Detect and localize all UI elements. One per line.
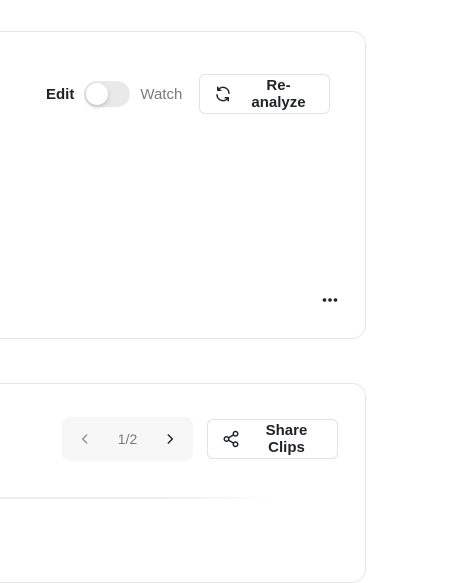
- chevron-right-icon[interactable]: [161, 430, 179, 448]
- share-icon: [222, 430, 240, 448]
- chevron-left-icon[interactable]: [76, 430, 94, 448]
- page-indicator: 1/2: [117, 431, 138, 447]
- clips-pager: 1/2: [62, 417, 193, 461]
- reanalyze-label: Re-analyze: [251, 77, 306, 111]
- clips-card: [0, 383, 366, 583]
- clips-divider: [0, 497, 275, 499]
- share-clips-label: Share Clips: [265, 422, 308, 456]
- edit-mode-label: Edit: [46, 85, 75, 103]
- watch-mode-label: Watch: [140, 85, 183, 103]
- reanalyze-button[interactable]: Re-analyze: [199, 74, 330, 114]
- refresh-icon: [214, 85, 232, 103]
- mode-switch-knob: [86, 83, 109, 105]
- share-clips-button[interactable]: Share Clips: [207, 419, 338, 459]
- mode-switch[interactable]: [84, 81, 131, 107]
- more-horizontal-icon[interactable]: [320, 290, 340, 310]
- edit-watch-toggle: Edit Watch: [46, 78, 182, 110]
